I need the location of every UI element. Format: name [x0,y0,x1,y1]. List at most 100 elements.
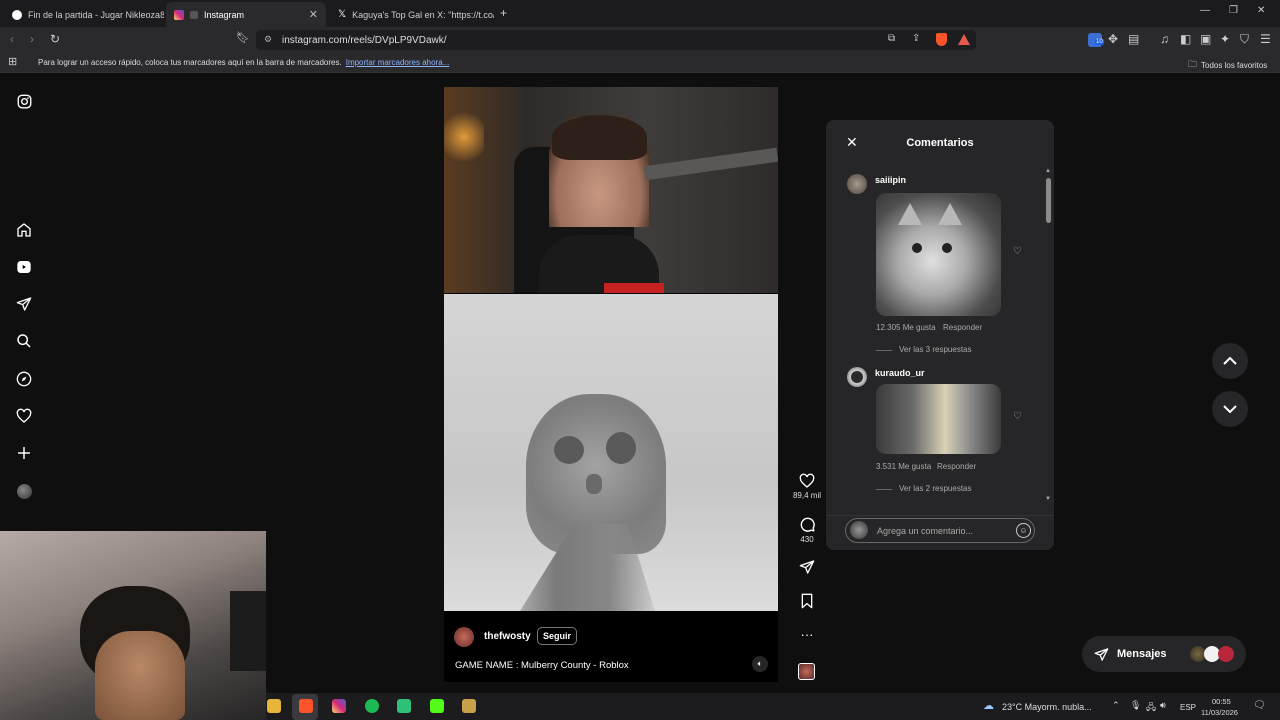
bookmark-icon[interactable]: 🔖︎ [236,33,250,44]
author-username[interactable]: thefwosty [484,631,531,642]
view-replies-link[interactable]: Ver las 2 respuestas [899,484,971,493]
comment-like-count: 3.531 Me gusta [876,462,932,471]
import-bookmarks-link[interactable]: Importar marcadores ahora... [346,58,450,67]
messages-label: Mensajes [1117,648,1167,660]
reply-link[interactable]: Responder [937,462,976,471]
weather-cloud-icon[interactable]: ☁ [983,699,994,712]
home-icon[interactable] [14,220,34,240]
messages-button[interactable]: Mensajes [1082,636,1246,672]
reel-video[interactable]: thefwosty Seguir GAME NAME : Mulberry Co… [444,87,778,682]
tray-chevron-up-icon[interactable]: ⌃ [1112,700,1120,711]
instagram-app-icon[interactable] [332,699,346,713]
like-comment-heart-icon[interactable]: ♡ [1013,246,1022,257]
like-comment-heart-icon[interactable]: ♡ [1013,411,1022,422]
spotify-icon[interactable] [365,699,379,713]
tab-kaguya[interactable]: 𝕏 Kaguya's Top Gal en X: "https://t.co/ [330,2,494,27]
apps-grid-icon[interactable]: ⊞ [8,57,17,68]
audio-thumbnail[interactable] [798,663,815,680]
microphone-icon[interactable]: 🎙︎ [1130,700,1141,711]
emoji-icon[interactable]: ☺ [1016,523,1031,538]
media-icon[interactable]: ♫ [1160,33,1169,45]
commenter-username[interactable]: kuraudo_ur [875,368,925,378]
commenter-username[interactable]: saiiipin [875,175,906,185]
previous-reel-button[interactable] [1212,343,1248,379]
more-options-icon[interactable]: ··· [796,627,818,642]
explore-compass-icon[interactable] [14,369,34,389]
scroll-up-icon[interactable]: ▲ [1045,168,1051,174]
comment-button[interactable]: 430 [796,516,818,544]
back-icon[interactable]: ‹ [10,33,14,45]
vpn-icon[interactable]: ⛉ [1240,33,1249,45]
cat-image[interactable] [876,193,1001,316]
forward-icon[interactable]: › [30,33,34,45]
comment-like-count: 12.305 Me gusta [876,323,936,332]
follow-button[interactable]: Seguir [537,627,578,645]
minimize-icon[interactable]: — [1200,6,1210,16]
divider [826,515,1054,516]
tab-fin-partida[interactable]: Fin de la partida - Jugar Nikleoza84 - [4,2,164,27]
extension-icon[interactable]: 10 [1088,33,1104,47]
brave-shield-icon[interactable] [936,33,947,46]
close-window-icon[interactable]: ✕ [1257,6,1265,16]
weather-text[interactable]: 23°C Mayorm. nubla... [1002,702,1092,712]
instagram-logo-icon[interactable] [14,91,34,111]
volume-tray-icon[interactable]: 🔊︎ [1160,700,1166,711]
comment-input[interactable]: Agrega un comentario... ☺ [845,518,1035,543]
create-plus-icon[interactable] [14,443,34,463]
commenter-avatar[interactable] [847,174,867,194]
commenter-avatar[interactable] [847,367,867,387]
heart-icon [799,473,815,488]
save-button[interactable] [796,593,818,611]
scrollbar-thumb[interactable] [1046,178,1051,223]
streamer-cam-frame [444,87,778,293]
sidebar-panel-icon[interactable]: ▤ [1128,33,1139,45]
scroll-down-icon[interactable]: ▼ [1045,496,1051,502]
viewer-face [95,631,185,720]
clock-date[interactable]: 11/03/2026 [1201,708,1238,717]
tab-instagram[interactable]: Instagram ✕ [166,2,326,27]
next-reel-button[interactable] [1212,391,1248,427]
chevron-down-icon [1223,405,1237,414]
view-replies-link[interactable]: Ver las 3 respuestas [899,345,971,354]
extensions-puzzle-icon[interactable]: ✥ [1108,33,1118,45]
reply-link[interactable]: Responder [943,323,982,332]
notification-center-icon[interactable]: 🗨︎ [1253,700,1266,711]
wallet-icon[interactable]: ▣ [1200,33,1211,45]
leo-ai-icon[interactable]: ✦ [1220,33,1230,45]
instagram-icon [174,9,184,20]
comments-scrollbar[interactable]: ▲ ▼ [1045,168,1051,502]
reload-icon[interactable]: ↻ [50,33,60,45]
share-icon[interactable]: ⇪ [912,34,920,44]
messages-send-icon[interactable] [14,294,34,314]
close-tab-icon[interactable]: ✕ [309,8,318,21]
profile-avatar[interactable] [14,481,34,501]
like-button[interactable]: 89,4 mil [793,473,821,500]
address-bar[interactable]: ⚙ instagram.com/reels/DVpLP9VDawk/ ⧉ ⇪ [256,30,976,50]
hair [552,115,647,160]
user-avatar [850,521,868,539]
sidebar-toggle-icon[interactable]: ◧ [1180,33,1191,45]
reels-icon[interactable] [14,257,34,277]
volume-icon[interactable]: 🔈︎ [752,656,768,672]
kick-icon[interactable] [430,699,444,713]
new-tab-button[interactable]: + [500,7,507,19]
search-icon[interactable] [14,331,34,351]
extension-badge: 10 [1095,39,1104,45]
brave-browser-icon[interactable] [299,699,313,713]
author-avatar[interactable] [454,627,474,647]
share-button[interactable] [796,559,818,577]
language-indicator[interactable]: ESP [1180,703,1196,712]
open-external-icon[interactable]: ⧉ [888,34,895,44]
app-icon[interactable] [397,699,411,713]
league-client-icon[interactable] [462,699,476,713]
restore-icon[interactable]: ❐ [1229,6,1238,16]
network-icon[interactable]: 🖧 [1146,700,1156,716]
menu-icon[interactable]: ☰ [1260,33,1271,45]
file-explorer-icon[interactable] [267,699,281,713]
notifications-heart-icon[interactable] [14,406,34,426]
all-favorites-button[interactable]: 🗀 Todos los favoritos [1188,57,1267,73]
clock-time[interactable]: 00:55 [1212,697,1231,706]
brave-rewards-icon[interactable] [958,34,970,45]
room-image[interactable] [876,384,1001,454]
site-info-icon[interactable]: ⚙ [264,34,272,45]
